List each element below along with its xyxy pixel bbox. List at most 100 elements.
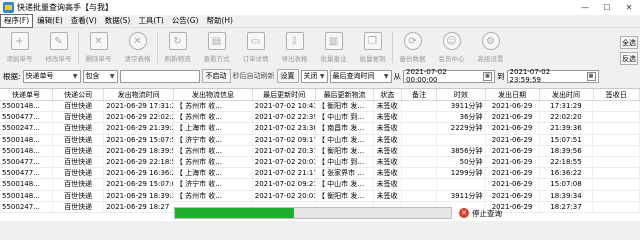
menu-edit[interactable]: 编辑(E) xyxy=(33,15,67,27)
table-cell: 【 中山市 到... xyxy=(316,112,374,123)
results-table[interactable]: 快递单号 快递公司 发出物流时间 发出物流信息 最后更新时间 最后更新物流 状态… xyxy=(0,88,640,221)
invert-selection-button[interactable]: 反选 xyxy=(620,52,638,65)
to-datetime-input[interactable]: 2021-07-02 23:59:59 ▦ xyxy=(506,68,599,84)
batch-note-icon: ▥ xyxy=(324,32,343,50)
maximize-button[interactable]: ☐ xyxy=(596,0,618,15)
search-input[interactable] xyxy=(119,69,200,83)
from-datetime-value: 2021-07-02 00:00:00 xyxy=(406,68,447,84)
clear-table-button[interactable]: ✕ 清空表格 xyxy=(118,29,157,66)
table-cell: 5500148... xyxy=(0,179,54,190)
filter-field-select[interactable]: 快递单号 ▼ xyxy=(22,69,81,83)
table-row[interactable]: 5500148... 百世快递 2021-06-29 15:07:08 【 济宁市 收… xyxy=(0,179,640,191)
export-table-button[interactable]: ⇩ 导出表格 xyxy=(275,29,314,66)
table-cell: 百世快递 xyxy=(53,101,105,112)
settings-button[interactable]: 设置 xyxy=(276,69,299,83)
table-cell: 【 衡阳市 发... xyxy=(316,145,374,156)
tb-label: 会员中心 xyxy=(438,55,465,63)
time-field-value: 最后查询时间 xyxy=(332,72,375,80)
col-header[interactable]: 快递单号 xyxy=(0,89,54,100)
table-row[interactable]: 5500148... 百世快递 2021-06-29 18:39:34 【 苏州市 收… xyxy=(0,190,640,202)
table-cell: 36分钟 xyxy=(437,112,486,123)
menu-data[interactable]: 数据(S) xyxy=(101,15,135,27)
table-cell: 2021-07-02 09:17:36 xyxy=(253,134,316,145)
table-row[interactable]: 5500477... 百世快递 2021-06-29 16:36:22 【 上海市 收… xyxy=(0,168,640,180)
col-header[interactable]: 时效 xyxy=(437,89,486,100)
table-cell: 百世快递 xyxy=(53,179,105,190)
add-number-button[interactable]: + 添加单号 xyxy=(0,29,39,66)
menu-notice[interactable]: 公告(G) xyxy=(168,15,203,27)
menu-tools[interactable]: 工具(T) xyxy=(134,15,167,27)
col-header[interactable]: 发出物流时间 xyxy=(104,89,174,100)
table-row[interactable]: 5500477... 百世快递 2021-06-29 22:18:55 【 苏州市 收… xyxy=(0,156,640,169)
table-row[interactable]: 5500477... 百世快递 2021-06-29 22:02:20 【 苏州市 收… xyxy=(0,112,640,124)
col-header[interactable]: 发出日期 xyxy=(486,89,540,100)
delete-number-button[interactable]: ✕ 删除单号 xyxy=(79,29,118,66)
table-cell: 【 济宁市 收... xyxy=(174,134,253,145)
table-cell: 18:39:56 xyxy=(540,145,594,156)
batch-note-button[interactable]: ▥ 批量备注 xyxy=(314,29,353,66)
order-detail-button[interactable]: ▭ 订单详情 xyxy=(236,29,275,66)
window-controls: — ☐ ✕ xyxy=(574,0,640,15)
to-datetime-value: 2021-07-02 23:59:59 xyxy=(509,68,551,84)
menu-view[interactable]: 查看(V) xyxy=(67,15,101,27)
table-cell: 【 上海市 收... xyxy=(174,168,253,179)
time-field-select[interactable]: 最后查询时间 ▼ xyxy=(329,69,392,83)
table-cell xyxy=(593,190,640,201)
table-cell: 2021-06-29 22:18:55 xyxy=(106,156,174,168)
advanced-settings-button[interactable]: ⚙ 高级设置 xyxy=(471,29,510,66)
col-header[interactable]: 快递公司 xyxy=(53,89,105,100)
col-header[interactable]: 发出物流信息 xyxy=(174,89,253,100)
member-center-button[interactable]: ☺ 会员中心 xyxy=(432,29,471,66)
col-header[interactable]: 备注 xyxy=(402,89,438,100)
edit-number-button[interactable]: ✎ 修改单号 xyxy=(39,29,78,66)
member-center-icon: ☺ xyxy=(442,32,461,50)
table-cell: 5500247... xyxy=(0,201,54,212)
col-header[interactable]: 状态 xyxy=(374,89,402,100)
table-cell: 3911分钟 xyxy=(437,190,486,201)
table-cell: 百世快递 xyxy=(53,190,105,201)
chevron-down-icon: ▼ xyxy=(72,72,78,80)
table-cell: 2021-07-02 23:38:51 xyxy=(253,123,316,134)
backup-data-button[interactable]: ⟳ 备份数据 xyxy=(393,29,432,66)
no-start-button[interactable]: 不启动 xyxy=(201,69,231,83)
table-cell: 5500148... xyxy=(0,145,54,156)
menu-help[interactable]: 帮助(H) xyxy=(202,15,237,27)
table-cell: 2021-06-29 xyxy=(486,168,540,179)
table-row[interactable]: 5500148... 百世快递 2021-06-29 15:07:51 【 济宁市 收… xyxy=(0,134,640,146)
select-all-button[interactable]: 全选 xyxy=(620,36,638,49)
col-header[interactable]: 最后更新物流 xyxy=(316,89,374,100)
table-cell: 未签收 xyxy=(374,112,402,123)
stop-query-button[interactable]: ✕ 停止查询 xyxy=(459,206,502,220)
refresh-logistics-button[interactable]: ↻ 刷新物流 xyxy=(158,29,197,66)
view-mode-button[interactable]: ▤ 查看方式 xyxy=(197,29,236,66)
calendar-icon[interactable]: ▦ xyxy=(483,71,493,81)
chevron-down-icon: ▼ xyxy=(319,72,325,80)
calendar-icon[interactable]: ▦ xyxy=(586,71,596,81)
table-cell: 百世快递 xyxy=(53,201,105,212)
table-cell xyxy=(437,179,486,190)
table-cell: 18:39:34 xyxy=(540,190,594,201)
batch-copy-button[interactable]: ❐ 批量复制 xyxy=(353,29,392,66)
table-row[interactable]: 5500148... 百世快递 2021-06-29 17:31:29 【 苏州市 收… xyxy=(0,101,640,113)
batch-copy-icon: ❐ xyxy=(363,32,382,50)
table-row[interactable]: 5500148... 百世快递 2021-06-29 18:39:56 【 苏州市 收… xyxy=(0,145,640,157)
col-header[interactable]: 最后更新时间 xyxy=(253,89,317,100)
switch-select[interactable]: 关闭 ▼ xyxy=(300,69,328,83)
advanced-settings-icon: ⚙ xyxy=(481,32,500,50)
col-header[interactable]: 发出时间 xyxy=(540,89,594,100)
table-cell xyxy=(593,156,640,168)
table-cell: 未签收 xyxy=(374,134,402,145)
close-button[interactable]: ✕ xyxy=(618,0,640,15)
col-header[interactable]: 签收日 xyxy=(594,89,640,100)
menu-program[interactable]: 程序(F) xyxy=(0,14,34,28)
switch-value: 关闭 xyxy=(303,72,318,80)
table-cell xyxy=(593,112,640,123)
table-row[interactable]: 5500247... 百世快递 2021-06-29 21:39:36 【 上海市 收… xyxy=(0,123,640,135)
match-mode-select[interactable]: 包含 ▼ xyxy=(82,69,118,83)
to-label: 到 xyxy=(497,71,505,81)
tb-label: 备份数据 xyxy=(399,55,426,63)
add-number-icon: + xyxy=(10,32,29,50)
minimize-button[interactable]: — xyxy=(574,0,596,15)
table-cell xyxy=(402,112,438,123)
from-datetime-input[interactable]: 2021-07-02 00:00:00 ▦ xyxy=(403,68,496,84)
